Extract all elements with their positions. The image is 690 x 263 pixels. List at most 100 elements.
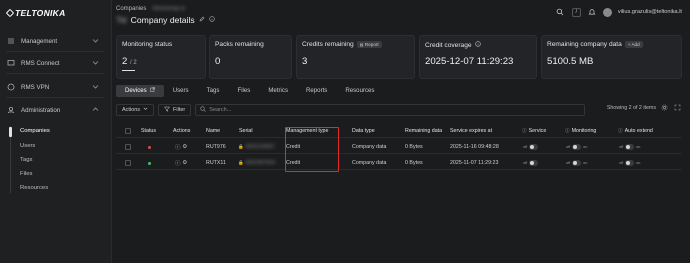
- tab-tags[interactable]: Tags: [198, 85, 229, 97]
- toggle-switch[interactable]: [625, 144, 635, 150]
- sidebar-item-management[interactable]: Management: [6, 34, 104, 48]
- status-dot: [148, 156, 151, 170]
- data-type: Company data: [352, 144, 387, 150]
- device-name[interactable]: RUTX11: [206, 156, 226, 170]
- info-icon[interactable]: ⓘ: [175, 159, 180, 167]
- sidebar-item-administration[interactable]: Administration: [6, 103, 104, 117]
- sidebar-item-label: Administration: [21, 106, 61, 114]
- toggle-on-label: on: [583, 145, 588, 149]
- actions-label: Actions: [122, 106, 141, 113]
- monitoring-toggle[interactable]: off on: [566, 156, 587, 170]
- device-name[interactable]: RUT976: [206, 140, 226, 154]
- card-monitoring-status: Monitoring status 2 / 2: [116, 35, 206, 79]
- remaining-data: 0 Bytes: [405, 160, 423, 166]
- service-toggle[interactable]: off: [523, 140, 539, 154]
- management-type-highlight: [285, 127, 339, 172]
- table-row[interactable]: ⓘ ⚙ RUTX11 🔒 6001987654 Credit Company d…: [116, 156, 682, 170]
- toggle-on-label: on: [636, 161, 641, 165]
- monitoring-toggle[interactable]: off on: [566, 140, 587, 154]
- lock-icon: 🔒: [238, 144, 244, 149]
- toggle-switch[interactable]: [572, 160, 582, 166]
- filter-button[interactable]: Filter: [158, 103, 192, 116]
- sidebar: TELTONIKA Management RMS Connect RMS VPN: [0, 0, 112, 263]
- info-icon[interactable]: [474, 41, 481, 49]
- teltonika-logo[interactable]: TELTONIKA: [5, 8, 66, 18]
- card-label: Remaining company data: [547, 41, 622, 48]
- table-row[interactable]: ⓘ ⚙ RUT976 🔒 6001234567 Credit Company d…: [116, 140, 682, 154]
- settings-icon[interactable]: ⚙: [182, 160, 187, 166]
- col-serial[interactable]: Serial: [239, 124, 253, 138]
- toggle-off-label: off: [523, 161, 528, 165]
- info-icon[interactable]: ⓘ: [175, 143, 180, 151]
- row-checkbox[interactable]: [125, 140, 131, 154]
- card-value: 5100.5 MB: [547, 56, 594, 67]
- sidebar-item-rms-connect[interactable]: RMS Connect: [6, 56, 104, 70]
- toggle-off-label: off: [566, 145, 571, 149]
- sidebar-item-rms-vpn[interactable]: RMS VPN: [6, 80, 104, 94]
- sidebar-item-label: RMS Connect: [21, 59, 60, 67]
- breadcrumb-companies[interactable]: Companies: [116, 6, 146, 12]
- col-auto-extend-label: Auto extend: [624, 128, 653, 134]
- toggle-off-label: off: [523, 145, 528, 149]
- notification-bell-icon[interactable]: [587, 7, 597, 17]
- tab-files[interactable]: Files: [228, 85, 259, 97]
- page-title-row: Tkl Company details: [116, 15, 215, 25]
- report-button[interactable]: ▤ Report: [356, 41, 382, 48]
- topbar-right: / vilius.grazulis@teltonika.lt: [554, 6, 682, 18]
- chevron-down-icon: [92, 59, 100, 67]
- col-remaining-data[interactable]: Remaining data: [405, 124, 442, 138]
- tab-metrics[interactable]: Metrics: [259, 85, 297, 97]
- external-link-icon: [149, 87, 155, 94]
- col-auto-extend[interactable]: ⓘ Auto extend: [618, 124, 653, 138]
- card-label-row: Remaining company data + Add: [547, 41, 676, 48]
- remaining-data: 0 Bytes: [405, 144, 423, 150]
- tab-reports[interactable]: Reports: [297, 85, 336, 97]
- card-value-denominator: / 2: [130, 60, 137, 66]
- sidebar-subitem-users[interactable]: Users: [20, 143, 35, 149]
- sidebar-subitem-tags[interactable]: Tags: [20, 157, 32, 163]
- col-service-label: Service: [528, 128, 547, 134]
- search-icon[interactable]: [554, 6, 566, 18]
- search-input[interactable]: Search...: [195, 103, 586, 116]
- filter-icon: [164, 106, 171, 114]
- add-data-button[interactable]: + Add: [624, 41, 643, 48]
- col-service-expires-at[interactable]: Service expires at: [450, 124, 492, 138]
- auto-extend-toggle[interactable]: off on: [619, 156, 640, 170]
- sidebar-subitem-companies[interactable]: Companies: [20, 128, 50, 134]
- toggle-switch[interactable]: [529, 144, 539, 150]
- service-toggle[interactable]: off: [523, 156, 539, 170]
- info-icon[interactable]: [208, 16, 215, 24]
- row-actions: ⓘ ⚙: [175, 156, 189, 170]
- toggle-off-label: off: [619, 145, 624, 149]
- col-data-type[interactable]: Data type: [352, 124, 375, 138]
- settings-icon[interactable]: ⚙: [182, 144, 187, 150]
- col-name[interactable]: Name: [206, 124, 220, 138]
- card-value: 3: [302, 56, 308, 67]
- edit-icon[interactable]: [199, 16, 205, 24]
- select-all-checkbox[interactable]: [125, 124, 131, 138]
- auto-extend-toggle[interactable]: off on: [619, 140, 640, 154]
- tab-users[interactable]: Users: [164, 85, 198, 97]
- toggle-off-label: off: [619, 161, 624, 165]
- row-checkbox[interactable]: [125, 156, 131, 170]
- settings-icon[interactable]: [660, 103, 669, 112]
- actions-dropdown[interactable]: Actions: [116, 103, 155, 116]
- col-monitoring[interactable]: ⓘ Monitoring: [565, 124, 596, 138]
- col-service[interactable]: ⓘ Service: [522, 124, 546, 138]
- user-email[interactable]: vilius.grazulis@teltonika.lt: [618, 9, 682, 15]
- toggle-switch[interactable]: [529, 160, 539, 166]
- fullscreen-icon[interactable]: [673, 103, 682, 112]
- card-credit-coverage: Credit coverage 2025-12-07 11:29:23: [419, 35, 537, 79]
- toggle-switch[interactable]: [572, 144, 582, 150]
- logo-text: TELTONIKA: [15, 8, 66, 18]
- tab-devices[interactable]: Devices: [116, 84, 164, 97]
- logo-mark-icon: [5, 8, 15, 18]
- toggle-switch[interactable]: [625, 160, 635, 166]
- card-label: Monitoring status: [122, 41, 173, 48]
- chevron-down-icon: [92, 83, 100, 91]
- sidebar-subitem-files[interactable]: Files: [20, 171, 32, 177]
- avatar[interactable]: [602, 7, 612, 17]
- col-status[interactable]: Status: [141, 124, 156, 138]
- tab-resources[interactable]: Resources: [336, 85, 383, 97]
- sidebar-subitem-resources[interactable]: Resources: [20, 185, 48, 191]
